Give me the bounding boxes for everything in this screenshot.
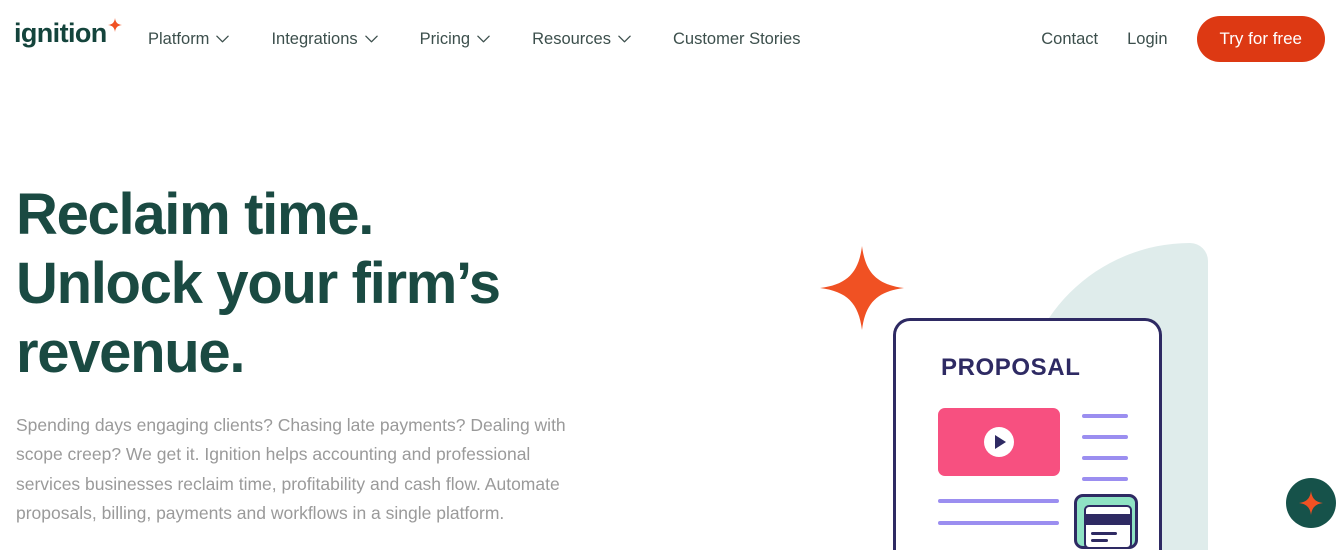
- chevron-down-icon: [364, 35, 378, 43]
- hero-copy: Reclaim time. Unlock your firm’s revenue…: [16, 180, 656, 528]
- hero-title-line-3: revenue.: [16, 320, 245, 385]
- proposal-side-text-lines: [1082, 414, 1128, 498]
- nav-item-label: Platform: [148, 29, 210, 48]
- text-line: [938, 499, 1059, 503]
- text-line: [1082, 435, 1128, 439]
- text-line: [1082, 414, 1128, 418]
- nav-item-label: Resources: [532, 29, 611, 48]
- proposal-card-illustration: PROPOSAL: [893, 318, 1162, 550]
- credit-card-line: [1091, 532, 1117, 535]
- chevron-down-icon: [477, 35, 490, 43]
- nav-link-login[interactable]: Login: [1127, 30, 1167, 49]
- nav-item-customer-stories[interactable]: Customer Stories: [673, 30, 800, 49]
- logo-text: ignition: [14, 18, 107, 48]
- chevron-down-icon: [618, 35, 631, 43]
- hero-title-line-2: Unlock your firm’s: [16, 251, 501, 316]
- credit-card-icon: [1074, 494, 1138, 549]
- credit-card-body: [1084, 505, 1132, 549]
- nav-item-label: Pricing: [419, 29, 471, 48]
- text-line: [1082, 456, 1128, 460]
- chat-widget-button[interactable]: [1286, 478, 1336, 528]
- nav-link-contact[interactable]: Contact: [1041, 30, 1098, 49]
- primary-nav: Platform Integrations Pricing Resources: [148, 0, 800, 78]
- proposal-card-title: PROPOSAL: [941, 354, 1081, 381]
- sparkle-star-icon: [1299, 491, 1323, 515]
- hero-title-line-1: Reclaim time.: [16, 182, 374, 247]
- credit-card-stripe: [1086, 514, 1130, 525]
- play-icon: [984, 427, 1014, 457]
- proposal-video-thumbnail: [938, 408, 1060, 476]
- top-navigation-bar: ignition Platform Integrations Pricing R…: [0, 0, 1339, 78]
- nav-item-pricing[interactable]: Pricing: [420, 30, 490, 49]
- text-line: [938, 521, 1059, 525]
- nav-item-platform[interactable]: Platform: [148, 29, 230, 49]
- nav-item-resources[interactable]: Resources: [532, 30, 631, 49]
- proposal-bottom-text-lines: [938, 499, 1059, 543]
- page-title: Reclaim time. Unlock your firm’s revenue…: [16, 180, 656, 387]
- sparkle-star-icon: [820, 246, 904, 330]
- hero-subtitle: Spending days engaging clients? Chasing …: [16, 415, 566, 523]
- sparkle-star-icon: [107, 18, 122, 32]
- nav-item-label: Customer Stories: [672, 29, 801, 48]
- credit-card-line: [1091, 539, 1108, 542]
- nav-item-integrations[interactable]: Integrations: [271, 29, 378, 49]
- chevron-down-icon: [216, 35, 230, 43]
- try-for-free-button[interactable]: Try for free: [1196, 16, 1325, 62]
- ignition-logo[interactable]: ignition: [14, 18, 122, 48]
- play-triangle: [995, 435, 1006, 449]
- secondary-nav: Contact Login Try for free: [1041, 0, 1332, 78]
- text-line: [1082, 477, 1128, 481]
- nav-item-label: Integrations: [271, 29, 358, 48]
